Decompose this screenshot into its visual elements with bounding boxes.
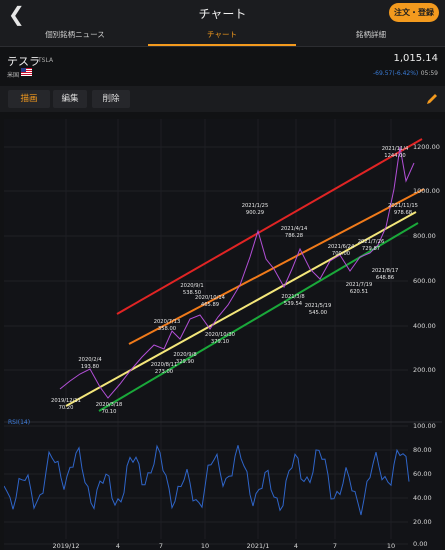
annotation-value: 700.00: [332, 251, 350, 257]
date-tick-label: 7: [159, 542, 163, 550]
annotation-value: 329.90: [176, 359, 194, 365]
annotation-date: 2020/10/30: [205, 332, 235, 338]
rsi-label: RSI(14): [8, 419, 30, 426]
tab-chart[interactable]: チャート: [148, 28, 296, 46]
drawing-toolbar: 描画 編集 削除: [0, 86, 445, 112]
annotation-date: 2021/6/24: [328, 244, 355, 250]
annotation-value: 545.00: [309, 310, 327, 316]
annotation-date: 2020/8/11: [151, 362, 178, 368]
pencil-icon[interactable]: [425, 92, 439, 106]
annotation-date: 2020/9/8: [173, 352, 196, 358]
annotation-value: 70.10: [102, 409, 117, 415]
annotation-value: 729.87: [362, 246, 380, 252]
annotation-value: 1244.00: [384, 153, 405, 159]
annotation-date: 2021/5/19: [305, 303, 332, 309]
annotation-value: 193.80: [81, 364, 99, 370]
annotation-value: 539.54: [284, 301, 303, 307]
draw-button[interactable]: 描画: [8, 90, 50, 108]
us-flag-icon: [21, 68, 32, 76]
stock-chart[interactable]: 1200.00 1000.00 800.00 600.00 400.00 200.00 2…: [4, 119, 442, 550]
annotation-date: 2021/8/17: [372, 268, 399, 274]
rsi-tick-label: 60.00: [413, 470, 432, 478]
rsi-tick-label: 80.00: [413, 446, 432, 454]
annotation-value: 978.68: [394, 210, 412, 216]
price-tick-label: 200.00: [413, 366, 436, 374]
price-tick-label: 1200.00: [413, 143, 440, 151]
annotation-value: 70.20: [59, 405, 74, 411]
tab-news[interactable]: 個別銘柄ニュース: [20, 28, 130, 46]
tab-details[interactable]: 銘柄詳細: [316, 28, 426, 46]
rsi-tick-label: 100.00: [413, 422, 436, 430]
order-register-button[interactable]: 注文・登録: [389, 3, 439, 22]
date-tick-label: 4: [116, 542, 120, 550]
annotation-value: 648.86: [376, 275, 394, 281]
price-tick-label: 1000.00: [413, 187, 440, 195]
edit-button[interactable]: 編集: [53, 90, 87, 108]
annotation-date: 2021/7/26: [358, 239, 385, 245]
tab-bar: 個別銘柄ニュース チャート 銘柄詳細: [0, 28, 445, 47]
annotation-date: 2021/11/4: [382, 146, 409, 152]
rsi-tick-label: 0.00: [413, 540, 427, 548]
date-tick-label: 2019/12: [52, 542, 79, 550]
annotation-date: 2021/1/25: [242, 203, 269, 209]
delete-button[interactable]: 削除: [92, 90, 130, 108]
stock-name: テスラ: [7, 55, 40, 68]
annotation-value: 379.10: [211, 339, 229, 345]
annotation-date: 2021/7/19: [346, 282, 373, 288]
date-tick-label: 2021/1: [247, 542, 270, 550]
stock-ticker: TSLA: [38, 57, 54, 64]
annotation-value: 900.29: [246, 210, 264, 216]
date-tick-label: 4: [294, 542, 298, 550]
price-tick-label: 600.00: [413, 277, 436, 285]
annotation-value: 358.00: [158, 326, 176, 332]
annotation-date: 2020/9/1: [180, 283, 203, 289]
rsi-tick-label: 40.00: [413, 494, 432, 502]
date-tick-label: 10: [387, 542, 395, 550]
annotation-value: 273.00: [155, 369, 173, 375]
annotation-date: 2020/3/18: [96, 402, 123, 408]
price-change: -69.57(-6.42%): [373, 70, 419, 77]
date-tick-label: 7: [333, 542, 337, 550]
page-title: チャート: [198, 7, 247, 21]
rsi-tick-label: 20.00: [413, 518, 432, 526]
annotation-date: 2021/3/8: [281, 294, 304, 300]
annotation-date: 2020/2/4: [78, 357, 102, 363]
market-label: 米国: [7, 72, 20, 79]
annotation-date: 2021/11/15: [388, 203, 418, 209]
annotation-value: 620.51: [350, 289, 368, 295]
annotation-date: 2019/12/11: [51, 398, 81, 404]
annotation-date: 2020/7/13: [154, 319, 181, 325]
annotation-value: 465.89: [201, 302, 219, 308]
annotation-date: 2020/10/14: [195, 295, 226, 301]
date-tick-label: 10: [201, 542, 209, 550]
price-tick-label: 800.00: [413, 232, 436, 240]
annotation-value: 786.28: [285, 233, 303, 239]
annotation-date: 2021/4/14: [281, 226, 308, 232]
stock-price: 1,015.14: [393, 53, 438, 64]
update-time: 05:59: [420, 70, 438, 77]
price-tick-label: 400.00: [413, 322, 436, 330]
